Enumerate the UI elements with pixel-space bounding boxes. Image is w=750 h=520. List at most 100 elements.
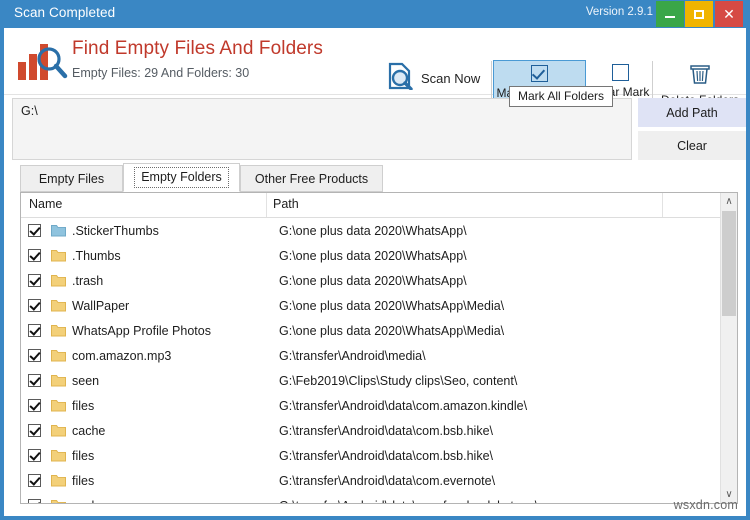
- row-path: G:\one plus data 2020\WhatsApp\: [279, 248, 467, 263]
- row-name: files: [72, 398, 95, 413]
- row-path: G:\transfer\Android\media\: [279, 348, 426, 363]
- scan-summary: Empty Files: 29 And Folders: 30: [72, 66, 250, 80]
- tab-empty-files[interactable]: Empty Files: [20, 165, 123, 192]
- folder-icon: [51, 324, 66, 337]
- row-path: G:\transfer\Android\data\com.facebook.ka…: [279, 499, 538, 504]
- table-row[interactable]: seen G:\Feb2019\Clips\Study clips\Seo, co…: [21, 368, 721, 393]
- path-list-box[interactable]: G:\: [12, 98, 632, 160]
- close-button[interactable]: ✕: [715, 1, 743, 27]
- folder-icon: [51, 449, 66, 462]
- table-row[interactable]: .Thumbs G:\one plus data 2020\WhatsApp\: [21, 243, 721, 268]
- maximize-button[interactable]: [685, 1, 713, 27]
- row-checkbox[interactable]: [28, 474, 41, 487]
- row-checkbox[interactable]: [28, 374, 41, 387]
- app-logo-icon: [16, 40, 70, 84]
- list-header: Name Path: [21, 193, 737, 218]
- header-bar: Find Empty Files And Folders Empty Files…: [4, 28, 746, 109]
- table-row[interactable]: .StickerThumbs G:\one plus data 2020\What…: [21, 218, 721, 243]
- checkbox-empty-icon: [611, 64, 629, 81]
- folder-icon: [51, 474, 66, 487]
- results-list: Name Path .StickerThumbs G:\one plus data…: [20, 192, 738, 504]
- toolbar-divider: [652, 61, 653, 99]
- row-name: files: [72, 473, 95, 488]
- table-row[interactable]: WallPaper G:\one plus data 2020\WhatsApp\…: [21, 293, 721, 318]
- minimize-button[interactable]: [656, 1, 684, 27]
- folder-icon: [51, 274, 66, 287]
- scrollbar-thumb[interactable]: [722, 211, 736, 316]
- row-name: WhatsApp Profile Photos: [72, 323, 211, 338]
- row-path: G:\one plus data 2020\WhatsApp\: [279, 223, 467, 238]
- application-window: Scan Completed Version 2.9.1 ✕ Find Empt…: [0, 0, 750, 520]
- checkbox-checked-icon: [531, 65, 548, 82]
- row-path: G:\transfer\Android\data\com.amazon.kind…: [279, 398, 528, 413]
- path-value: G:\: [21, 104, 38, 118]
- row-name: files: [72, 448, 95, 463]
- folder-blue-icon: [51, 224, 66, 237]
- scroll-up-icon[interactable]: ∧: [721, 193, 737, 210]
- row-path: G:\one plus data 2020\WhatsApp\: [279, 273, 467, 288]
- row-checkbox[interactable]: [28, 424, 41, 437]
- row-checkbox[interactable]: [28, 274, 41, 287]
- tab-empty-folders[interactable]: Empty Folders: [123, 163, 240, 192]
- row-path: G:\transfer\Android\data\com.bsb.hike\: [279, 448, 493, 463]
- row-checkbox[interactable]: [28, 499, 41, 503]
- tooltip: Mark All Folders: [509, 86, 614, 107]
- row-name: .trash: [72, 273, 104, 288]
- row-path: G:\one plus data 2020\WhatsApp\Media\: [279, 323, 505, 338]
- add-path-button[interactable]: Add Path: [638, 98, 746, 127]
- page-title: Find Empty Files And Folders: [72, 38, 323, 59]
- column-header-name[interactable]: Name: [29, 197, 62, 211]
- folder-icon: [51, 299, 66, 312]
- folder-icon: [51, 499, 66, 503]
- clear-button[interactable]: Clear: [638, 131, 746, 160]
- minimize-icon: [665, 15, 675, 18]
- scan-icon: [387, 62, 414, 95]
- tab-empty-folders-label: Empty Folders: [134, 167, 229, 188]
- column-header-path[interactable]: Path: [273, 197, 299, 211]
- row-name: com.amazon.mp3: [72, 348, 172, 363]
- tab-other-free-products-label: Other Free Products: [254, 171, 369, 186]
- tab-bar: Empty Files Empty Folders Other Free Pro…: [12, 163, 746, 193]
- row-checkbox[interactable]: [28, 449, 41, 462]
- row-name: seen: [72, 373, 100, 388]
- toolbar-divider: [491, 61, 492, 99]
- trash-icon: [689, 64, 711, 89]
- table-row[interactable]: files G:\transfer\Android\data\com.amazon…: [21, 393, 721, 418]
- scan-now-button[interactable]: Scan Now: [387, 62, 480, 95]
- table-row[interactable]: WhatsApp Profile Photos G:\one plus data …: [21, 318, 721, 343]
- table-row[interactable]: cache G:\transfer\Android\data\com.bsb.hi…: [21, 418, 721, 443]
- window-title: Scan Completed: [14, 5, 116, 20]
- version-label: Version 2.9.1: [585, 6, 653, 18]
- row-checkbox[interactable]: [28, 324, 41, 337]
- folder-icon: [51, 399, 66, 412]
- row-path: G:\transfer\Android\data\com.evernote\: [279, 473, 496, 488]
- row-checkbox[interactable]: [28, 249, 41, 262]
- column-divider: [662, 193, 663, 217]
- row-path: G:\one plus data 2020\WhatsApp\Media\: [279, 298, 505, 313]
- row-checkbox[interactable]: [28, 224, 41, 237]
- table-row[interactable]: cache G:\transfer\Android\data\com.facebo…: [21, 493, 721, 504]
- row-path: G:\Feb2019\Clips\Study clips\Seo, conten…: [279, 373, 518, 388]
- row-checkbox[interactable]: [28, 349, 41, 362]
- maximize-icon: [694, 9, 704, 19]
- vertical-scrollbar[interactable]: ∧ ∨: [720, 193, 737, 503]
- tab-empty-files-label: Empty Files: [38, 171, 105, 186]
- table-row[interactable]: files G:\transfer\Android\data\com.everno…: [21, 468, 721, 493]
- close-icon: ✕: [723, 6, 735, 22]
- row-name: cache: [72, 499, 105, 504]
- table-row[interactable]: com.amazon.mp3 G:\transfer\Android\media\: [21, 343, 721, 368]
- title-bar: Scan Completed Version 2.9.1 ✕: [4, 0, 746, 28]
- table-row[interactable]: .trash G:\one plus data 2020\WhatsApp\: [21, 268, 721, 293]
- row-checkbox[interactable]: [28, 299, 41, 312]
- row-name: WallPaper: [72, 298, 130, 313]
- row-checkbox[interactable]: [28, 399, 41, 412]
- row-name: .Thumbs: [72, 248, 121, 263]
- folder-icon: [51, 349, 66, 362]
- scan-now-label: Scan Now: [421, 71, 481, 86]
- folder-icon: [51, 424, 66, 437]
- table-row[interactable]: files G:\transfer\Android\data\com.bsb.hi…: [21, 443, 721, 468]
- list-body: .StickerThumbs G:\one plus data 2020\What…: [21, 218, 721, 504]
- tab-other-free-products[interactable]: Other Free Products: [240, 165, 383, 192]
- row-name: .StickerThumbs: [72, 223, 159, 238]
- folder-icon: [51, 249, 66, 262]
